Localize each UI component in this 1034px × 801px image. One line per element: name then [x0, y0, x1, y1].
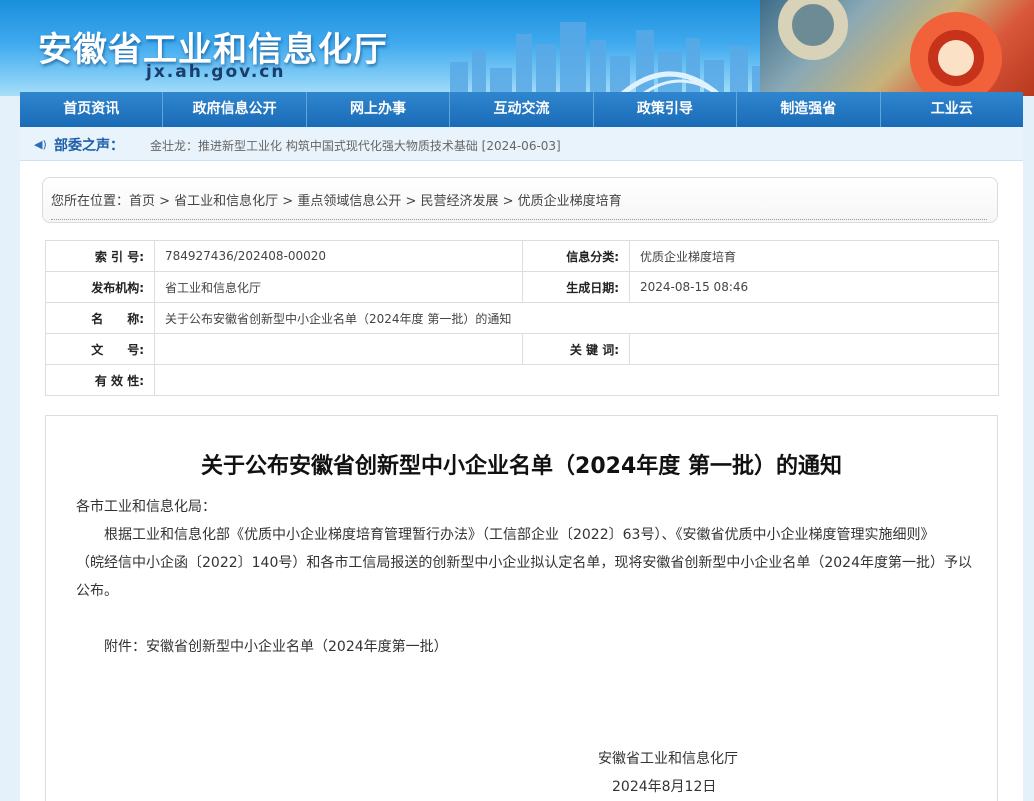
city-skyline-image — [450, 22, 778, 96]
validity-label: 有 效 性: — [45, 364, 155, 396]
nav-item-gov-info[interactable]: 政府信息公开 — [163, 92, 307, 127]
article-paragraph-line-3: 公布。 — [76, 583, 118, 599]
main-content: 您所在位置：首页 > 省工业和信息化厅 > 重点领域信息公开 > 民营经济发展 … — [20, 161, 1023, 801]
table-row: 索 引 号: 784927436/202408-00020 信息分类: 优质企业… — [45, 240, 999, 272]
validity-value — [154, 364, 999, 396]
name-label: 名 称: — [45, 302, 155, 334]
index-label: 索 引 号: — [45, 240, 155, 272]
ticker-news-link[interactable]: 金壮龙：推进新型工业化 构筑中国式现代化强大物质技术基础 [2024-06-03… — [150, 137, 561, 154]
docno-label: 文 号: — [45, 333, 155, 365]
site-header: 安徽省工业和信息化厅 jx.ah.gov.cn — [0, 0, 1034, 96]
nav-item-manufacturing[interactable]: 制造强省 — [737, 92, 881, 127]
category-value: 优质企业梯度培育 — [629, 240, 999, 272]
keywords-label: 关 键 词: — [522, 333, 630, 365]
nav-item-interaction[interactable]: 互动交流 — [450, 92, 594, 127]
info-meta-table: 索 引 号: 784927436/202408-00020 信息分类: 优质企业… — [45, 240, 999, 396]
ticker-label: 部委之声： — [54, 138, 124, 154]
steel-coil-image — [760, 0, 1034, 96]
article-body: 关于公布安徽省创新型中小企业名单（2024年度 第一批）的通知 各市工业和信息化… — [45, 415, 998, 801]
table-row: 发布机构: 省工业和信息化厅 生成日期: 2024-08-15 08:46 — [45, 271, 999, 303]
article-greeting: 各市工业和信息化局： — [76, 499, 216, 515]
keywords-value — [629, 333, 999, 365]
article-signer: 安徽省工业和信息化厅 — [598, 751, 738, 767]
table-row: 有 效 性: — [45, 364, 999, 396]
breadcrumb-divider — [51, 219, 987, 220]
index-value: 784927436/202408-00020 — [154, 240, 523, 272]
article-title: 关于公布安徽省创新型中小企业名单（2024年度 第一批）的通知 — [201, 454, 842, 479]
table-row: 文 号: 关 键 词: — [45, 333, 999, 365]
attachment-link[interactable]: 附件：安徽省创新型中小企业名单（2024年度第一批） — [104, 636, 448, 656]
article-paragraph-line-2: （皖经信中小企函〔2022〕140号）和各市工信局报送的创新型中小企业拟认定名单… — [76, 555, 972, 571]
nav-item-policy[interactable]: 政策引导 — [594, 92, 738, 127]
breadcrumb[interactable]: 您所在位置：首页 > 省工业和信息化厅 > 重点领域信息公开 > 民营经济发展 … — [51, 190, 622, 209]
news-ticker: ◀) 部委之声： 金壮龙：推进新型工业化 构筑中国式现代化强大物质技术基础 [2… — [20, 127, 1023, 161]
date-value: 2024-08-15 08:46 — [629, 271, 999, 303]
speaker-icon: ◀) — [34, 138, 47, 151]
publisher-label: 发布机构: — [45, 271, 155, 303]
breadcrumb-box: 您所在位置：首页 > 省工业和信息化厅 > 重点领域信息公开 > 民营经济发展 … — [42, 177, 998, 223]
site-domain: jx.ah.gov.cn — [146, 62, 286, 82]
publisher-value: 省工业和信息化厅 — [154, 271, 523, 303]
article-sign-date: 2024年8月12日 — [612, 779, 717, 795]
date-label: 生成日期: — [522, 271, 630, 303]
name-value: 关于公布安徽省创新型中小企业名单（2024年度 第一批）的通知 — [154, 302, 999, 334]
table-row: 名 称: 关于公布安徽省创新型中小企业名单（2024年度 第一批）的通知 — [45, 302, 999, 334]
main-nav: 首页资讯 政府信息公开 网上办事 互动交流 政策引导 制造强省 工业云 — [20, 92, 1023, 127]
docno-value — [154, 333, 523, 365]
nav-item-home[interactable]: 首页资讯 — [20, 92, 164, 127]
nav-item-online-service[interactable]: 网上办事 — [307, 92, 451, 127]
article-paragraph-line-1: 根据工业和信息化部《优质中小企业梯度培育管理暂行办法》（工信部企业〔2022〕6… — [104, 527, 935, 543]
category-label: 信息分类: — [522, 240, 630, 272]
nav-item-industry-cloud[interactable]: 工业云 — [881, 92, 1023, 127]
